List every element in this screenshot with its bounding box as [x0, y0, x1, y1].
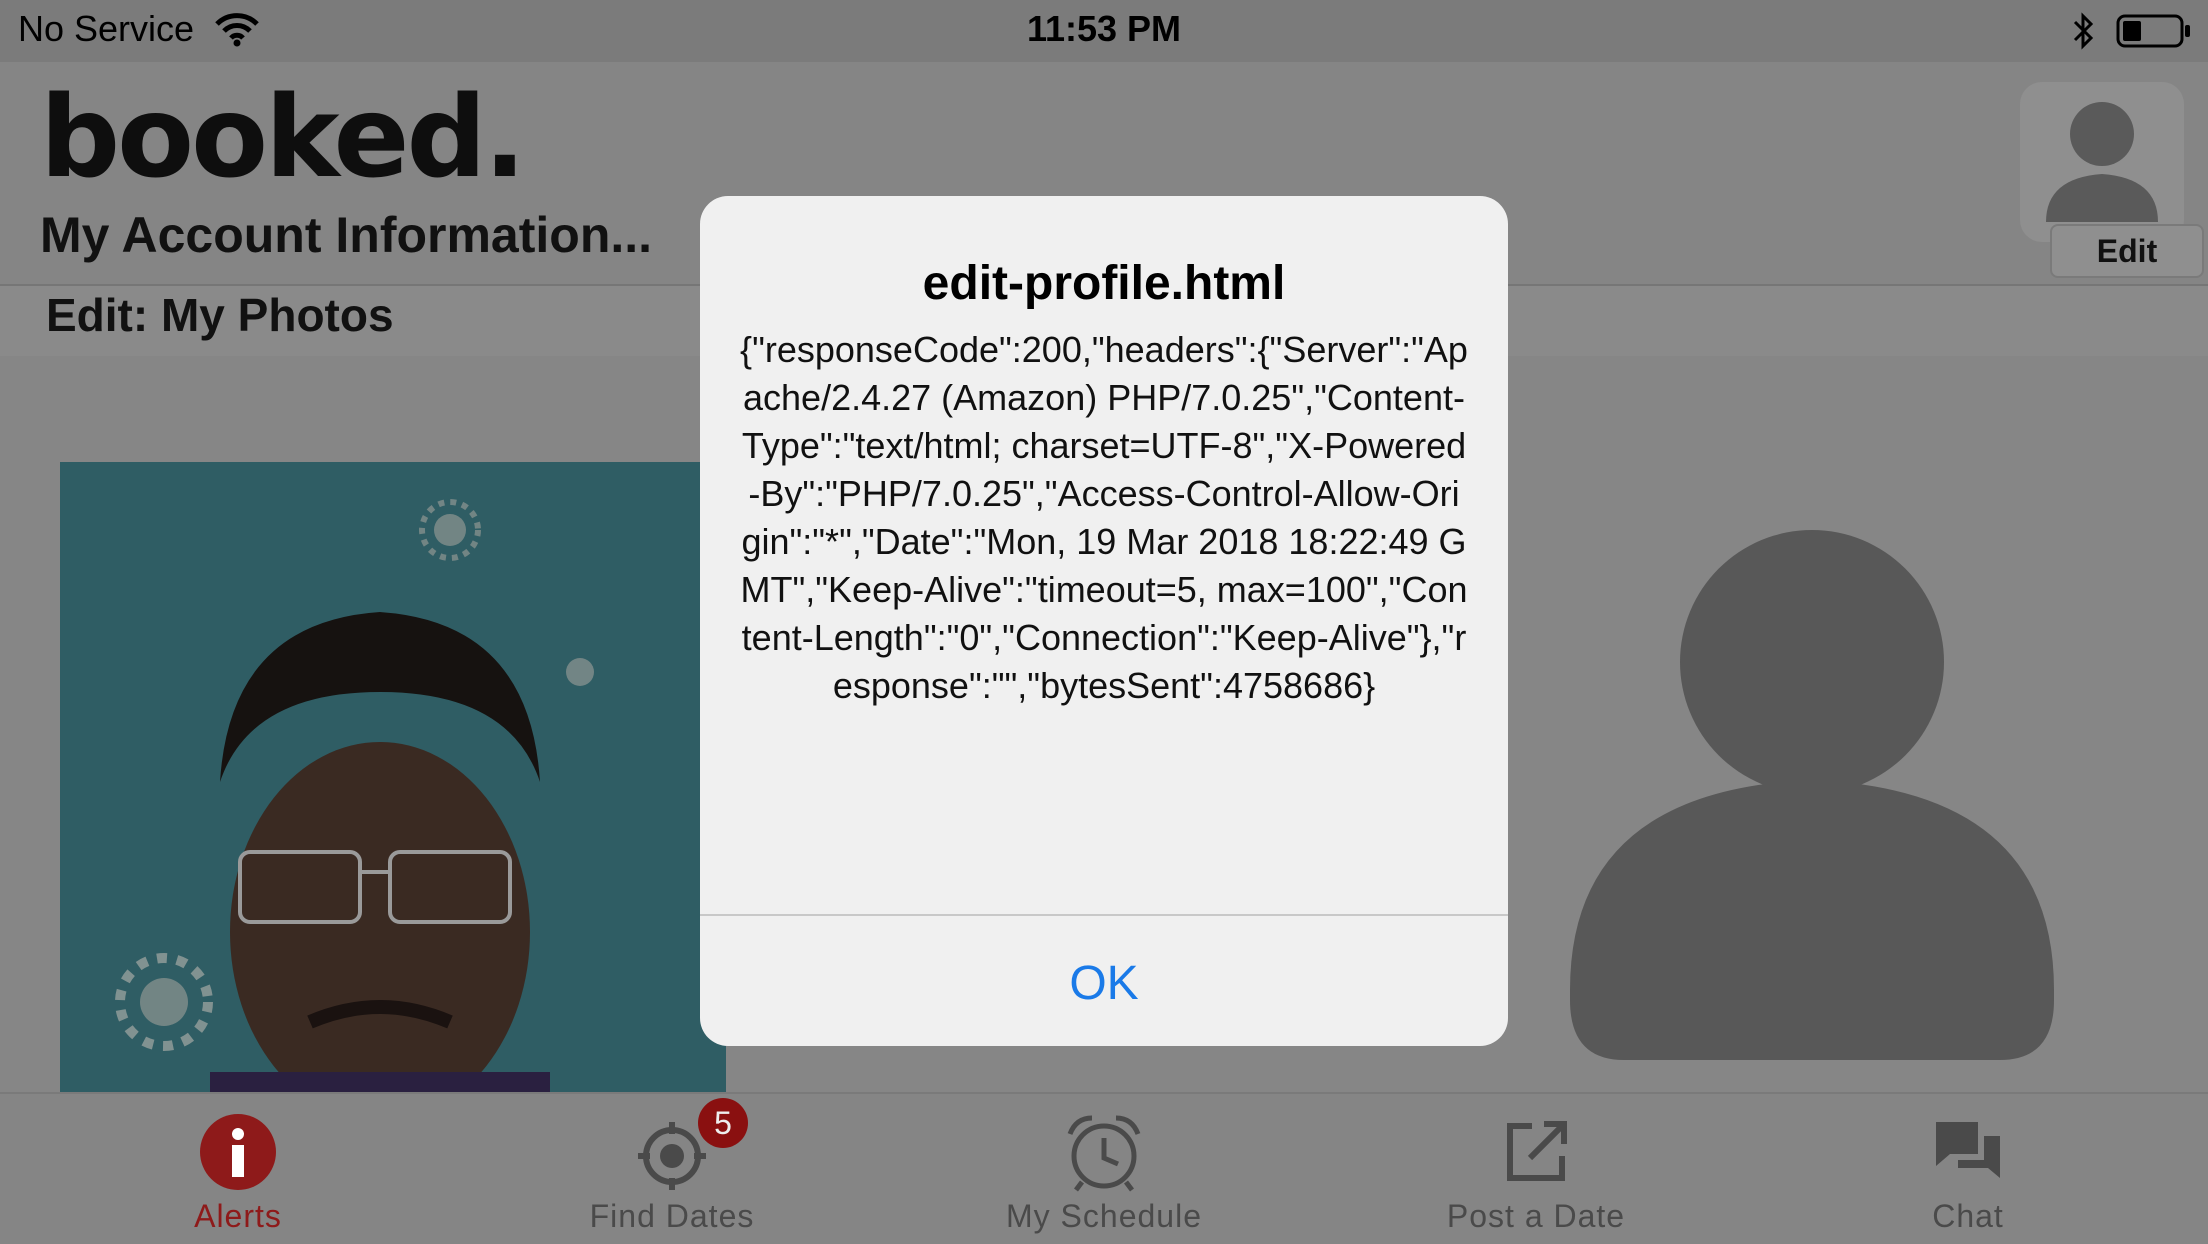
tab-chat[interactable]: Chat	[1748, 1094, 2188, 1244]
tab-label: Post a Date	[1446, 1198, 1626, 1234]
clock-time: 11:53 PM	[1026, 8, 1182, 49]
tab-post-a-date[interactable]: Post a Date	[1316, 1094, 1756, 1244]
bluetooth-icon	[2072, 12, 2096, 55]
avatar-edit-button[interactable]: Edit	[2050, 224, 2204, 278]
section-title: Edit: My Photos	[46, 289, 394, 341]
alert-message: {"responseCode":200,"headers":{"Server":…	[740, 329, 1468, 706]
tab-bar: Alerts 5 Find Dates My Schedule Post a D…	[0, 1092, 2208, 1244]
photo-image	[60, 462, 726, 1092]
tab-label: Find Dates	[589, 1198, 755, 1234]
alert-dialog: edit-profile.html {"responseCode":200,"h…	[700, 196, 1508, 1046]
alert-title: edit-profile.html	[922, 257, 1286, 310]
notification-badge: 5	[698, 1098, 748, 1148]
alarm-clock-icon	[1062, 1112, 1146, 1197]
tab-label: My Schedule	[1006, 1198, 1202, 1234]
empty-photo-placeholder[interactable]	[1570, 530, 2060, 1065]
tab-find-dates[interactable]: 5 Find Dates	[452, 1094, 892, 1244]
info-icon	[198, 1112, 278, 1197]
tab-label: Alerts	[194, 1198, 282, 1234]
battery-icon	[2116, 14, 2192, 53]
page-title: My Account Information...	[40, 207, 653, 263]
profile-photo[interactable]	[60, 462, 726, 1092]
compose-icon	[1496, 1112, 1576, 1197]
ok-button[interactable]: OK	[700, 916, 1508, 1046]
tab-label: Chat	[1932, 1198, 2004, 1234]
profile-avatar-button[interactable]	[2020, 82, 2184, 242]
chat-bubbles-icon	[1928, 1112, 2008, 1197]
tab-my-schedule[interactable]: My Schedule	[884, 1094, 1324, 1244]
person-placeholder-icon	[1570, 530, 2054, 1060]
status-bar: No Service 11:53 PM	[0, 0, 2208, 62]
avatar-icon	[2046, 102, 2158, 222]
tab-alerts[interactable]: Alerts	[18, 1094, 458, 1244]
app-logo: booked.	[40, 73, 526, 203]
